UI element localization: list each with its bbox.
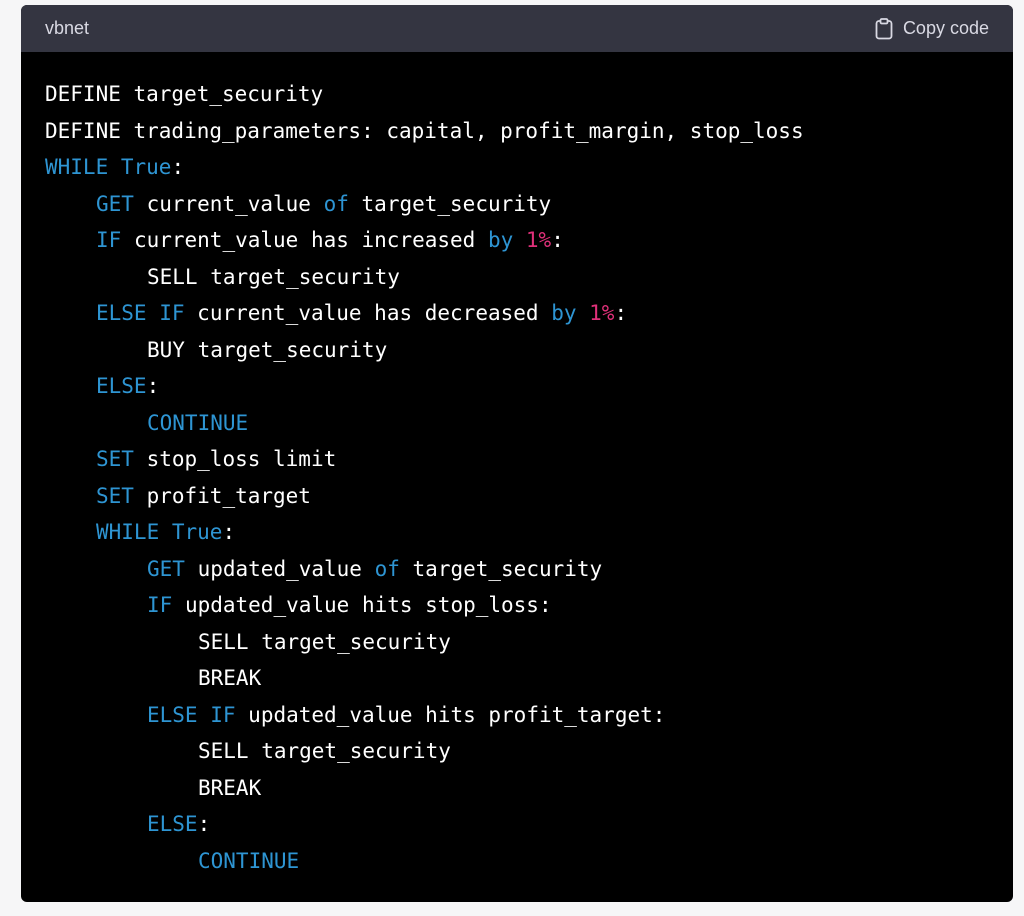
code-token-plain: DEFINE trading_parameters: capital, prof… xyxy=(45,118,804,143)
code-line: SET profit_target xyxy=(45,478,1013,515)
code-token-keyword: WHILE xyxy=(96,520,160,544)
copy-code-label: Copy code xyxy=(902,18,989,38)
code-token-plain: current_value has decreased xyxy=(184,301,552,325)
code-token-plain: : xyxy=(146,374,160,398)
code-token-keyword: by xyxy=(487,228,514,252)
code-token-plain: current_value xyxy=(133,191,324,216)
code-line: GET current_value of target_security xyxy=(45,186,1013,223)
code-line: IF current_value has increased by 1%: xyxy=(45,222,1013,259)
copy-code-button[interactable]: Copy code xyxy=(875,17,989,40)
code-line: CONTINUE xyxy=(45,405,1013,442)
code-token-keyword: by xyxy=(551,301,577,325)
code-line: BUY target_security xyxy=(45,332,1013,369)
code-token-plain: target_security xyxy=(399,556,603,581)
code-token-keyword: True xyxy=(120,155,172,179)
clipboard-icon xyxy=(875,17,893,40)
code-token-keyword: IF xyxy=(96,228,122,252)
code-token-keyword: CONTINUE xyxy=(198,848,300,873)
code-line: WHILE True: xyxy=(45,514,1013,551)
code-line: IF updated_value hits stop_loss: xyxy=(45,587,1013,624)
code-token-plain: SELL target_security xyxy=(147,264,400,289)
code-token-keyword: WHILE xyxy=(45,155,109,179)
code-token-keyword: IF xyxy=(147,593,173,617)
code-line: ELSE: xyxy=(45,368,1013,405)
code-token-plain: updated_value hits profit_target: xyxy=(235,702,666,727)
code-token-keyword: GET xyxy=(147,556,185,581)
code-line: DEFINE target_security xyxy=(45,76,1013,113)
code-token-plain: : xyxy=(171,155,185,179)
code-line: BREAK xyxy=(45,770,1013,807)
code-token-keyword: SET xyxy=(96,447,134,471)
code-token-plain: SELL target_security xyxy=(198,629,451,654)
code-line: CONTINUE xyxy=(45,843,1013,880)
code-token-plain: profit_target xyxy=(133,483,311,508)
code-token-number: 1% xyxy=(589,301,615,325)
code-token-plain: BREAK xyxy=(198,775,262,800)
code-token-keyword: ELSE xyxy=(96,301,147,325)
code-line: SET stop_loss limit xyxy=(45,441,1013,478)
code-token-plain: current_value has increased xyxy=(121,228,488,252)
code-line: WHILE True: xyxy=(45,149,1013,186)
code-token-plain: BREAK xyxy=(198,666,262,690)
code-line: ELSE: xyxy=(45,806,1013,843)
code-token-plain: target_security xyxy=(348,191,552,216)
code-line: SELL target_security xyxy=(45,733,1013,770)
code-token-number: 1% xyxy=(525,228,552,252)
code-token-plain: : xyxy=(551,228,564,252)
code-line: DEFINE trading_parameters: capital, prof… xyxy=(45,113,1013,150)
code-token-keyword: ELSE xyxy=(147,702,198,727)
code-token-keyword: CONTINUE xyxy=(147,410,249,435)
code-line: ELSE IF updated_value hits profit_target… xyxy=(45,697,1013,734)
code-token-plain: BUY target_security xyxy=(147,337,388,362)
code-token-keyword: GET xyxy=(96,191,134,216)
code-line: GET updated_value of target_security xyxy=(45,551,1013,588)
code-token-keyword: SET xyxy=(96,483,134,508)
code-token-plain: stop_loss limit xyxy=(133,447,337,471)
code-line: SELL target_security xyxy=(45,624,1013,661)
code-token-keyword: True xyxy=(171,520,223,544)
code-block: vbnet Copy code DEFINE target_security DE… xyxy=(21,5,1013,902)
code-token-plain: DEFINE target_security xyxy=(45,82,324,106)
code-token-keyword: ELSE xyxy=(147,812,198,836)
code-token-keyword: of xyxy=(374,556,400,581)
language-label: vbnet xyxy=(45,18,90,38)
code-body: DEFINE target_security DEFINE trading_par… xyxy=(21,52,1013,879)
code-token-plain: updated_value hits stop_loss: xyxy=(172,593,552,617)
code-token-keyword: IF xyxy=(210,702,236,727)
code-token-plain: SELL target_security xyxy=(198,739,451,763)
code-line: BREAK xyxy=(45,660,1013,697)
code-token-keyword: of xyxy=(323,191,349,216)
code-header: vbnet Copy code xyxy=(21,5,1013,52)
code-line: SELL target_security xyxy=(45,259,1013,296)
code-token-plain: : xyxy=(197,812,211,836)
code-token-keyword: ELSE xyxy=(96,374,147,398)
code-line: ELSE IF current_value has decreased by 1… xyxy=(45,295,1013,332)
code-token-plain: updated_value xyxy=(184,556,375,581)
code-token-plain: : xyxy=(222,520,236,544)
code-token-plain: : xyxy=(614,301,628,325)
code-token-keyword: IF xyxy=(159,301,185,325)
